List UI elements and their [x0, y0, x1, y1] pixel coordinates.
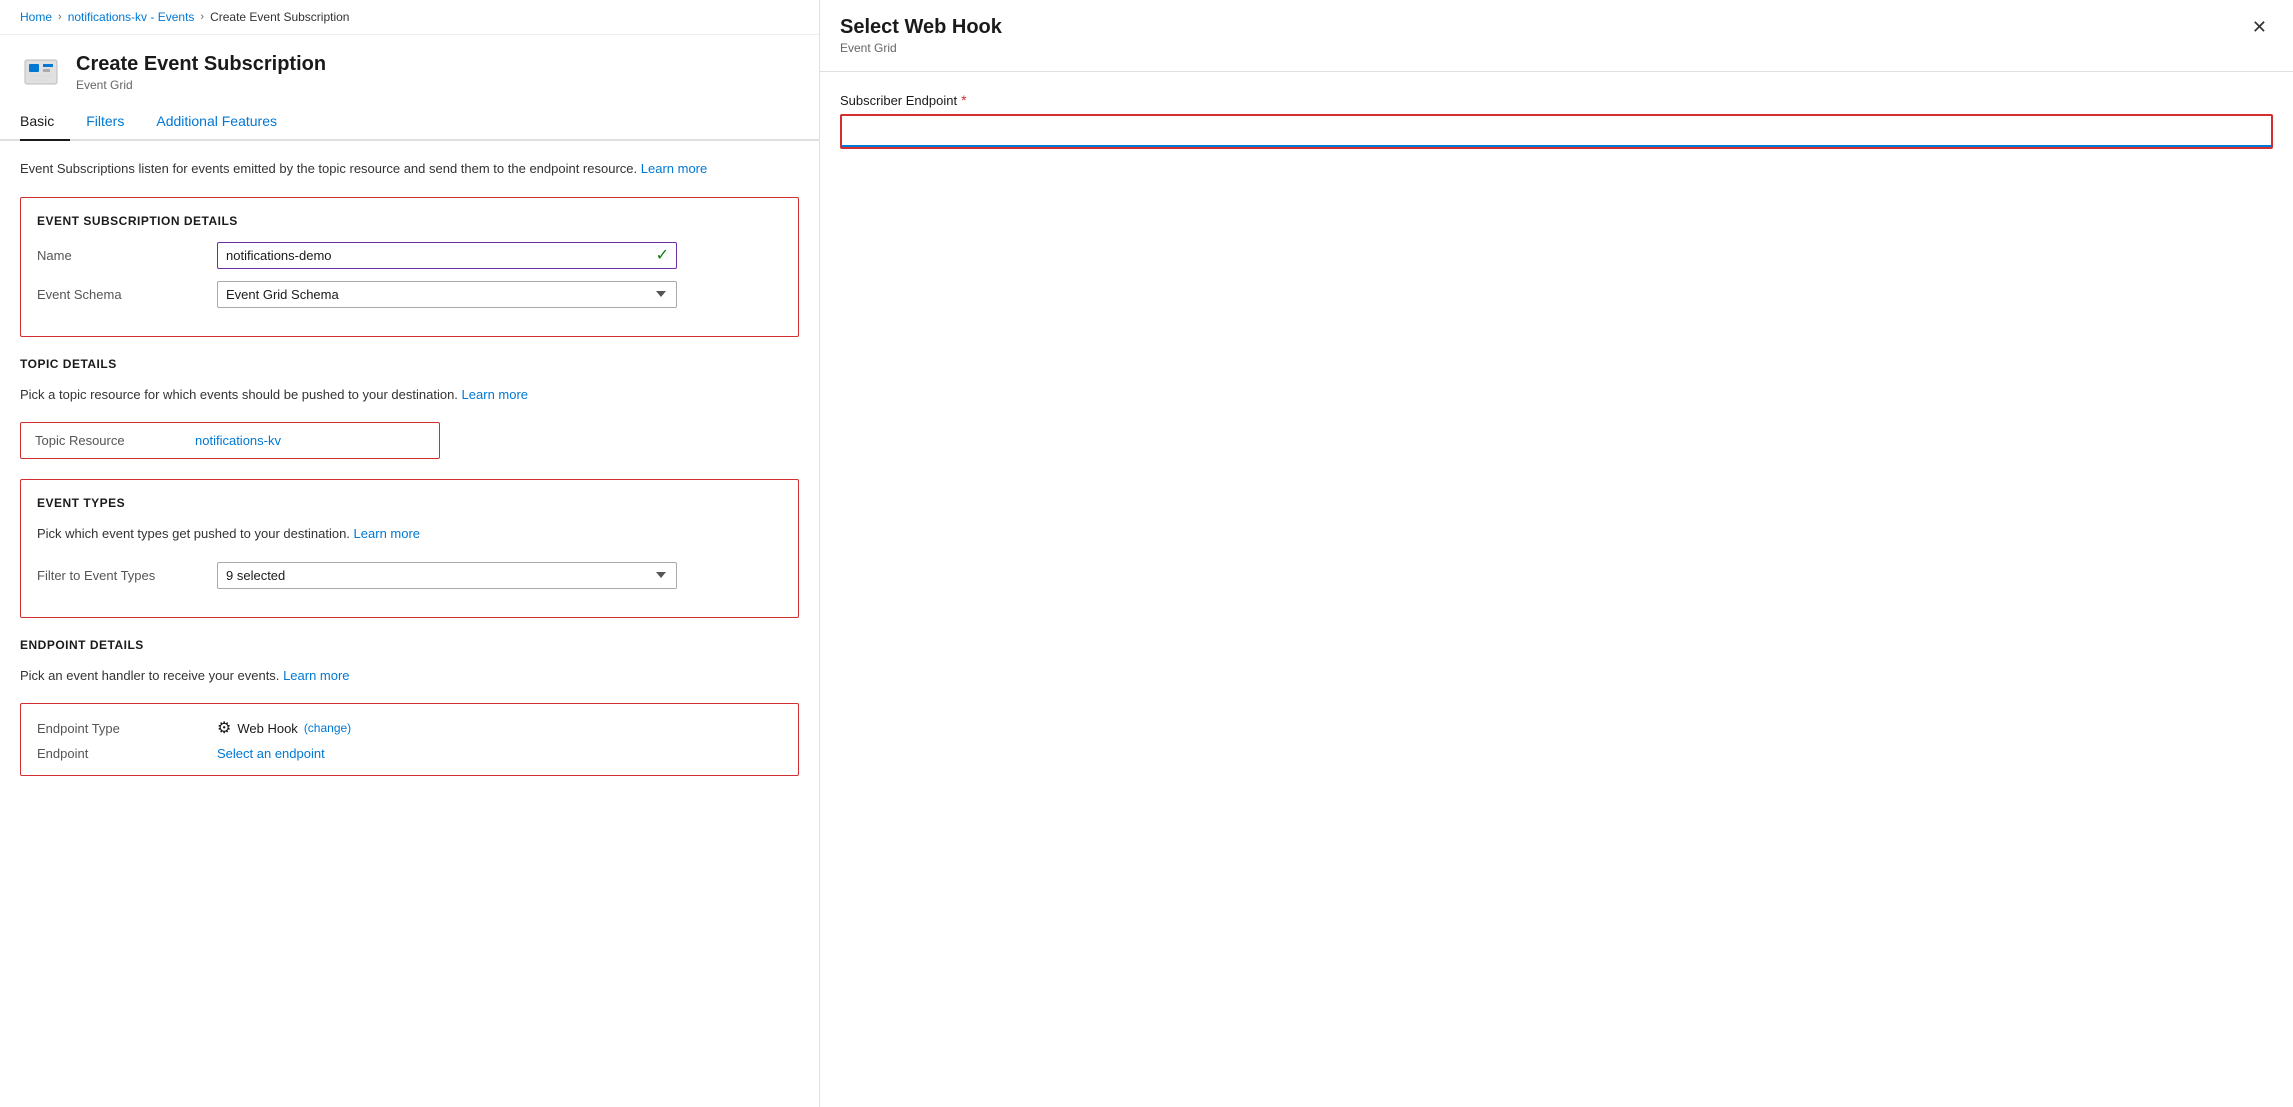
tabs-container: Basic Filters Additional Features	[0, 105, 819, 141]
name-input-wrapper: ✓	[217, 242, 677, 269]
endpoint-details-title: ENDPOINT DETAILS	[20, 638, 799, 652]
topic-details-title: TOPIC DETAILS	[20, 357, 799, 371]
topic-resource-value[interactable]: notifications-kv	[195, 433, 281, 448]
filter-event-types-value: 9 selected	[217, 562, 782, 589]
event-schema-label: Event Schema	[37, 287, 217, 302]
topic-details-section: TOPIC DETAILS Pick a topic resource for …	[20, 357, 799, 460]
left-panel: Home › notifications-kv - Events › Creat…	[0, 0, 820, 1107]
breadcrumb-sep-2: ›	[200, 11, 204, 23]
subscriber-endpoint-input[interactable]	[842, 116, 2271, 147]
endpoint-change-link[interactable]: (change)	[304, 721, 351, 735]
endpoint-details-box: Endpoint Type ⚙ Web Hook (change) Endpoi…	[20, 703, 799, 776]
description-learn-more[interactable]: Learn more	[641, 161, 707, 176]
description-text: Event Subscriptions listen for events em…	[20, 159, 799, 179]
name-checkmark-icon: ✓	[656, 245, 669, 265]
breadcrumb-current: Create Event Subscription	[210, 10, 349, 24]
right-panel-header: Select Web Hook Event Grid ✕	[820, 0, 2293, 72]
name-input[interactable]	[217, 242, 677, 269]
page-title: Create Event Subscription	[76, 53, 326, 76]
event-types-learn-more[interactable]: Learn more	[354, 526, 420, 541]
subscriber-endpoint-label: Subscriber Endpoint *	[840, 92, 2273, 108]
right-panel-subtitle: Event Grid	[840, 41, 1002, 55]
event-types-description: Pick which event types get pushed to you…	[37, 524, 782, 544]
select-endpoint-link[interactable]: Select an endpoint	[217, 746, 325, 761]
name-label: Name	[37, 248, 217, 263]
right-panel: Select Web Hook Event Grid ✕ Subscriber …	[820, 0, 2293, 1107]
topic-details-description: Pick a topic resource for which events s…	[20, 385, 799, 405]
endpoint-type-row: Endpoint Type ⚙ Web Hook (change)	[37, 718, 782, 738]
topic-resource-box: Topic Resource notifications-kv	[20, 422, 440, 459]
page-header: Create Event Subscription Event Grid	[0, 35, 819, 93]
tab-additional-features[interactable]: Additional Features	[156, 105, 293, 141]
name-field-row: Name ✓	[37, 242, 782, 269]
event-grid-icon	[20, 51, 62, 93]
event-types-section: EVENT TYPES Pick which event types get p…	[20, 479, 799, 618]
event-schema-field-row: Event Schema Event Grid Schema CloudEven…	[37, 281, 782, 308]
endpoint-type-text: Web Hook	[237, 721, 297, 736]
page-title-block: Create Event Subscription Event Grid	[76, 53, 326, 92]
webhook-icon: ⚙	[217, 718, 231, 738]
breadcrumb-home[interactable]: Home	[20, 10, 52, 24]
event-schema-select[interactable]: Event Grid Schema CloudEvents Schema v1.…	[217, 281, 677, 308]
close-button[interactable]: ✕	[2246, 16, 2273, 38]
required-star: *	[961, 92, 966, 108]
endpoint-type-label: Endpoint Type	[37, 721, 217, 736]
breadcrumb-events[interactable]: notifications-kv - Events	[68, 10, 195, 24]
topic-resource-label: Topic Resource	[35, 433, 195, 448]
main-content: Event Subscriptions listen for events em…	[0, 141, 819, 814]
breadcrumb: Home › notifications-kv - Events › Creat…	[0, 0, 819, 35]
filter-event-types-row: Filter to Event Types 9 selected	[37, 562, 782, 589]
tab-basic[interactable]: Basic	[20, 105, 70, 141]
page-subtitle: Event Grid	[76, 78, 326, 92]
endpoint-details-learn-more[interactable]: Learn more	[283, 668, 349, 683]
filter-event-types-label: Filter to Event Types	[37, 568, 217, 583]
subscriber-endpoint-wrapper	[840, 114, 2273, 149]
endpoint-details-section: ENDPOINT DETAILS Pick an event handler t…	[20, 638, 799, 777]
name-field-value: ✓	[217, 242, 782, 269]
endpoint-type-value: ⚙ Web Hook (change)	[217, 718, 351, 738]
event-schema-field-value: Event Grid Schema CloudEvents Schema v1.…	[217, 281, 782, 308]
endpoint-row: Endpoint Select an endpoint	[37, 746, 782, 761]
tab-filters[interactable]: Filters	[86, 105, 140, 141]
right-panel-title-block: Select Web Hook Event Grid	[840, 16, 1002, 55]
event-types-title: EVENT TYPES	[37, 496, 782, 510]
breadcrumb-sep-1: ›	[58, 11, 62, 23]
filter-event-types-select[interactable]: 9 selected	[217, 562, 677, 589]
endpoint-details-description: Pick an event handler to receive your ev…	[20, 666, 799, 686]
endpoint-label: Endpoint	[37, 746, 217, 761]
event-subscription-details-title: EVENT SUBSCRIPTION DETAILS	[37, 214, 782, 228]
event-subscription-details-section: EVENT SUBSCRIPTION DETAILS Name ✓ Event …	[20, 197, 799, 337]
right-panel-title: Select Web Hook	[840, 16, 1002, 39]
topic-details-learn-more[interactable]: Learn more	[462, 387, 528, 402]
right-panel-content: Subscriber Endpoint *	[820, 72, 2293, 169]
